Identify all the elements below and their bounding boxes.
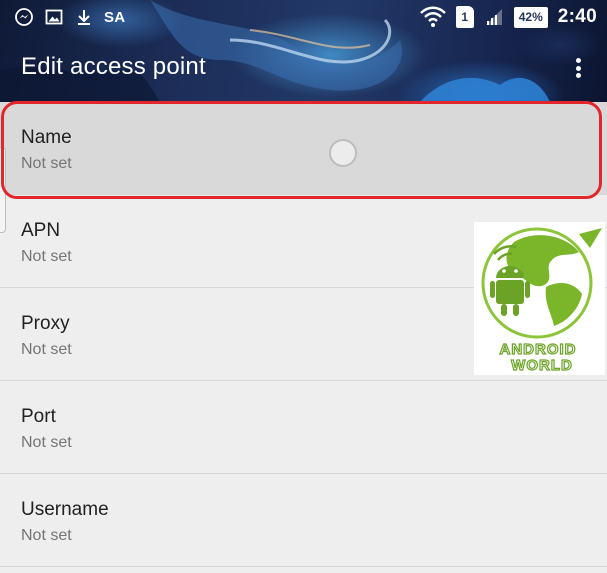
setting-value: Not set	[21, 527, 72, 544]
setting-label: Proxy	[21, 313, 70, 334]
page-title: Edit access point	[21, 53, 206, 80]
carrier-label: SA	[104, 8, 126, 26]
wifi-icon	[419, 6, 446, 27]
setting-label: APN	[21, 220, 61, 241]
messenger-icon	[15, 8, 33, 26]
touch-indicator	[329, 139, 357, 167]
status-bar: SA 1 42% 2:40	[0, 0, 607, 34]
setting-value: Not set	[21, 434, 72, 451]
setting-label: Username	[21, 499, 109, 520]
app-header: SA 1 42% 2:40 Edit access point	[0, 0, 607, 102]
clock: 2:40	[557, 6, 597, 27]
setting-row-name[interactable]: Name Not set	[0, 102, 607, 195]
battery-indicator: 42%	[513, 6, 548, 28]
setting-label: Name	[21, 127, 72, 148]
setting-value: Not set	[21, 248, 72, 265]
setting-row-port[interactable]: Port Not set	[0, 381, 607, 474]
edge-panel-handle[interactable]	[0, 147, 6, 233]
setting-label: Port	[21, 406, 56, 427]
sim-card-icon: 1	[455, 6, 474, 28]
watermark-logo: ANDROID WORLD	[474, 222, 605, 375]
more-vert-icon[interactable]	[566, 56, 590, 80]
setting-value: Not set	[21, 341, 72, 358]
watermark-line1: ANDROID	[500, 341, 577, 358]
download-icon	[78, 10, 90, 25]
gallery-icon	[45, 9, 63, 25]
setting-value: Not set	[21, 155, 72, 172]
setting-row-username[interactable]: Username Not set	[0, 474, 607, 567]
signal-icon	[485, 9, 502, 25]
watermark-line2: WORLD	[511, 357, 573, 374]
android-world-logo: ANDROID WORLD	[481, 227, 602, 375]
